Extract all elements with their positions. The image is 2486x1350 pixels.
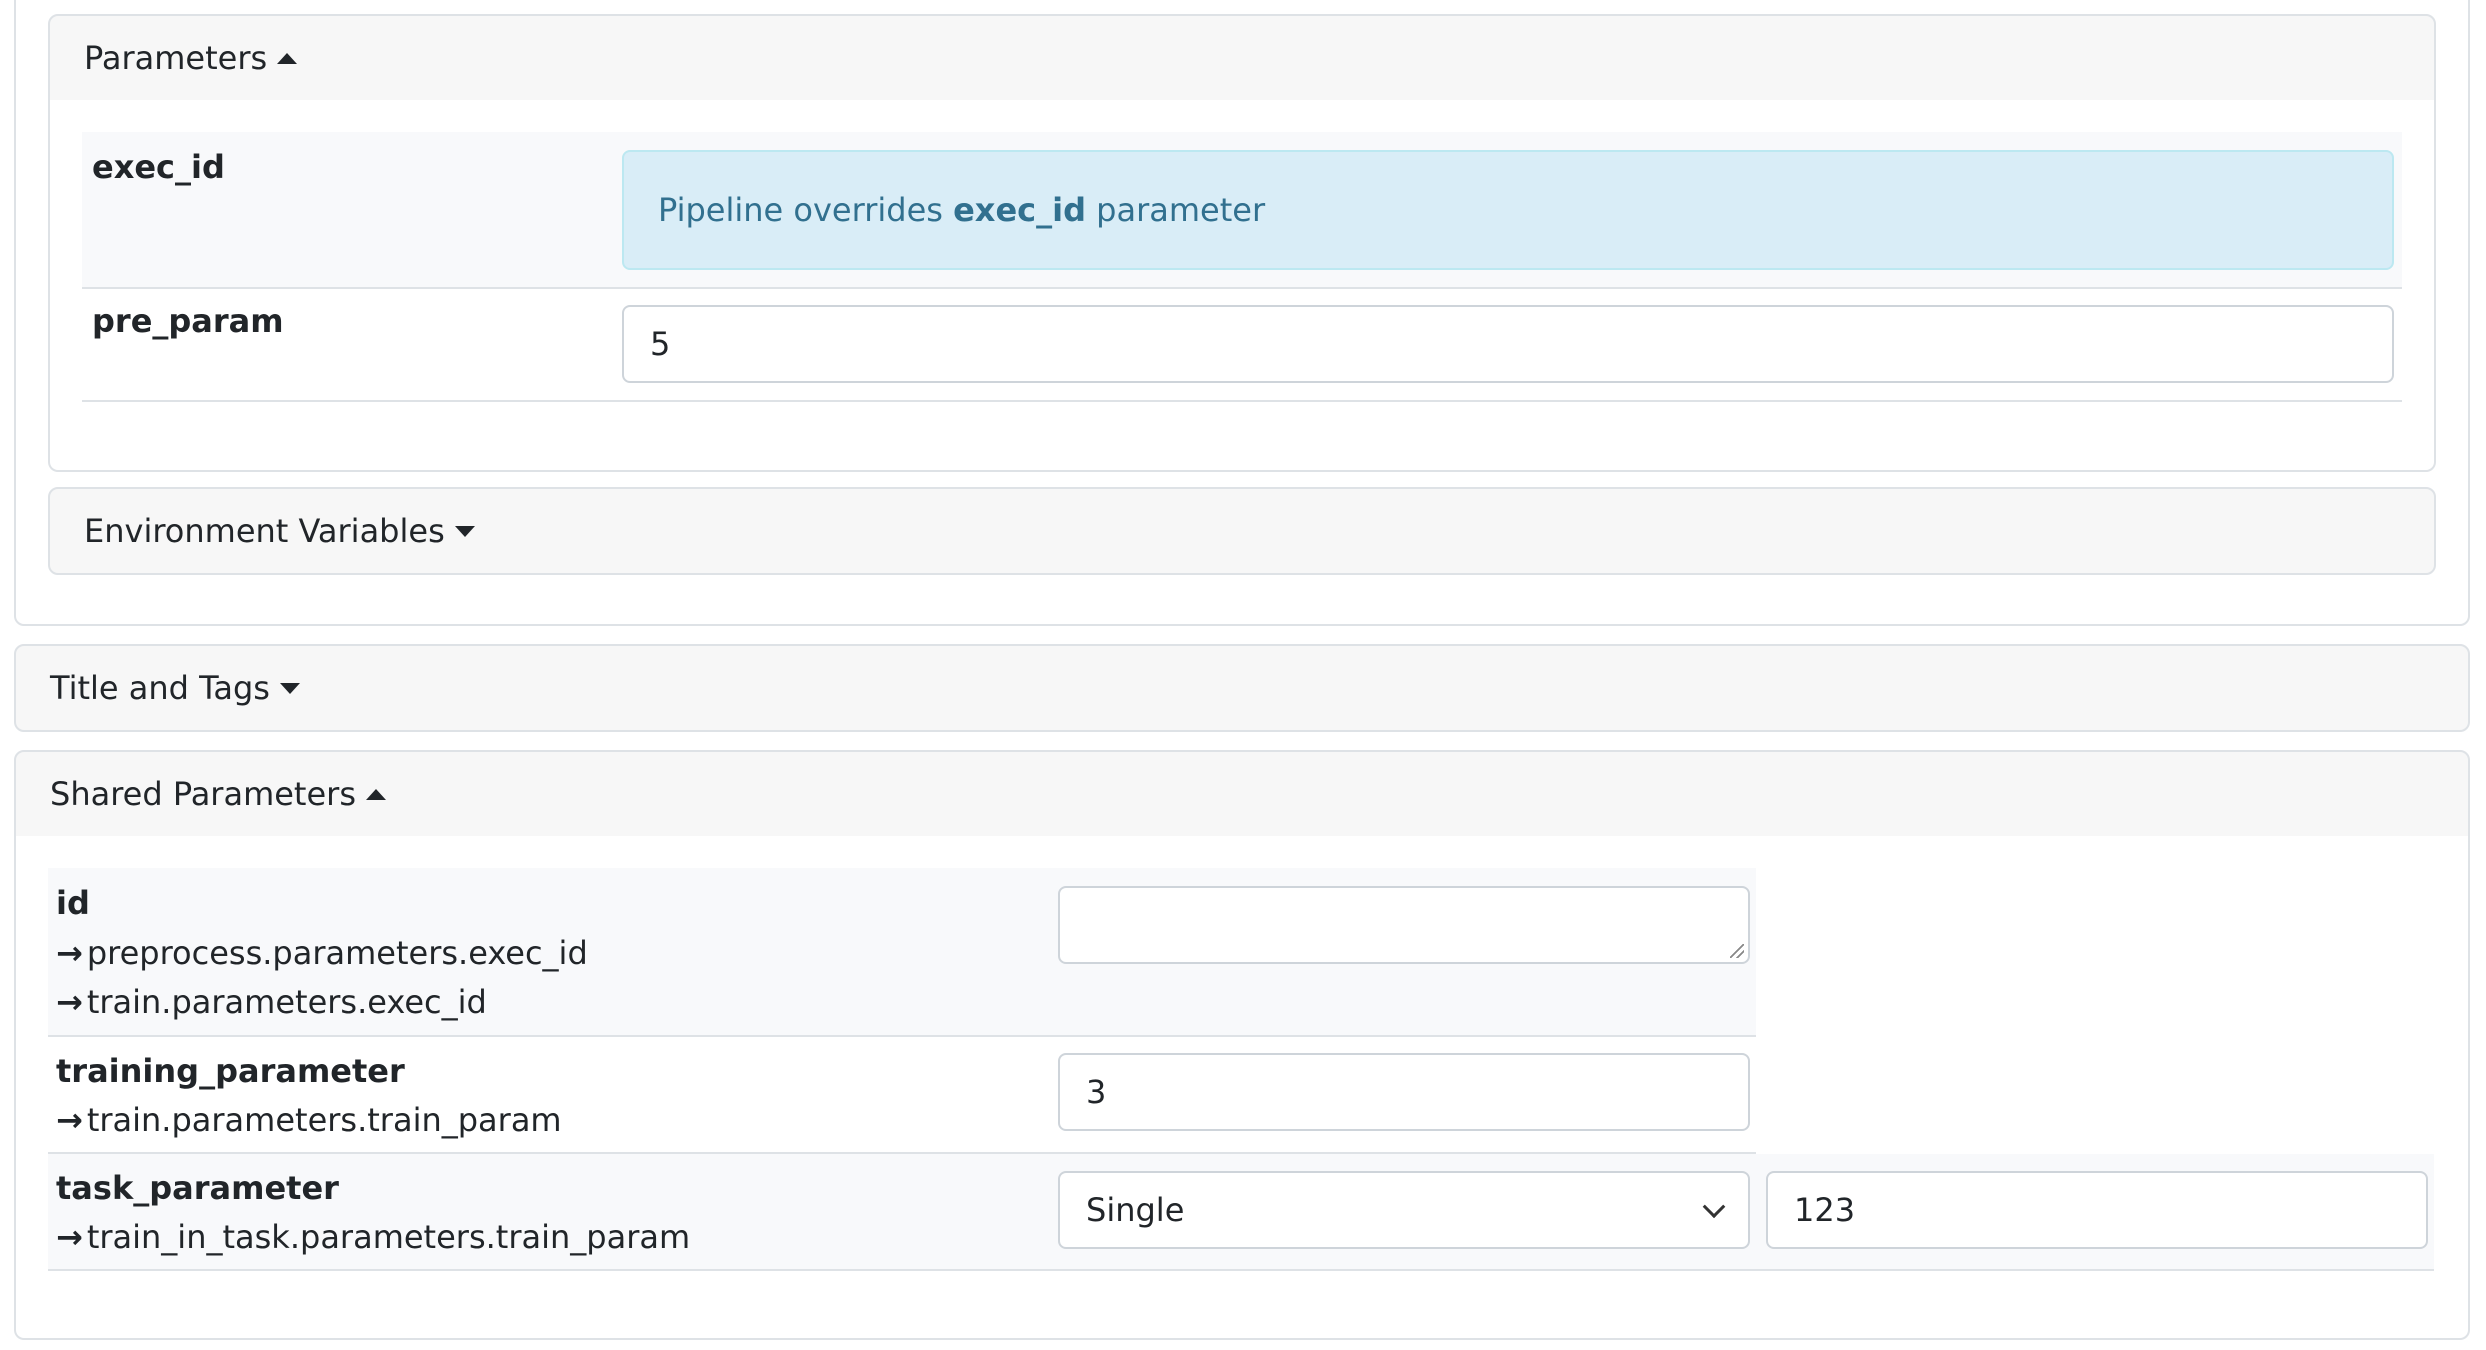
arrow-right-icon: → [56, 934, 83, 972]
environment-variables-label: Environment Variables [84, 512, 445, 550]
caret-down-icon [454, 525, 475, 537]
notice-prefix: Pipeline overrides [658, 191, 954, 229]
param-name: pre_param [92, 302, 284, 340]
shared-param-name: id [56, 884, 90, 922]
parameters-header-label: Parameters [84, 39, 268, 77]
mapping-path: train_in_task.parameters.train_param [86, 1218, 691, 1256]
shared-param-name: training_parameter [56, 1052, 405, 1090]
title-and-tags-header[interactable]: Title and Tags [14, 644, 2470, 732]
row-divider [82, 287, 2402, 289]
title-and-tags-label: Title and Tags [50, 669, 270, 707]
row-divider [48, 1035, 1756, 1037]
shared-param-name: task_parameter [56, 1169, 339, 1207]
mapping-path: train.parameters.train_param [86, 1101, 562, 1139]
task-parameter-input[interactable]: 123 [1766, 1171, 2428, 1249]
notice-suffix: parameter [1085, 191, 1266, 229]
shared-parameters-header[interactable]: Shared Parameters [14, 750, 2470, 838]
mode-select-value: Single [1086, 1191, 1185, 1229]
row-divider [48, 1269, 2434, 1271]
override-notice: Pipeline overrides exec_id parameter [622, 150, 2394, 270]
parameters-header[interactable]: Parameters [48, 14, 2436, 102]
arrow-right-icon: → [56, 983, 83, 1021]
param-name: exec_id [92, 148, 225, 186]
row-divider [82, 400, 2402, 402]
mapping-line: → train.parameters.exec_id [56, 983, 487, 1021]
resize-grip-icon[interactable] [1730, 944, 1744, 958]
shared-parameters-label: Shared Parameters [50, 775, 356, 813]
training-parameter-input[interactable]: 3 [1058, 1053, 1750, 1131]
chevron-down-icon [1702, 1195, 1726, 1219]
arrow-right-icon: → [56, 1101, 83, 1139]
notice-param-name: exec_id [953, 191, 1086, 229]
mapping-path: train.parameters.exec_id [86, 983, 487, 1021]
caret-down-icon [279, 682, 300, 694]
environment-variables-header[interactable]: Environment Variables [48, 487, 2436, 575]
mapping-line: → train_in_task.parameters.train_param [56, 1218, 690, 1256]
mapping-line: → preprocess.parameters.exec_id [56, 934, 588, 972]
mapping-path: preprocess.parameters.exec_id [86, 934, 588, 972]
caret-up-icon [365, 788, 386, 800]
caret-up-icon [277, 52, 298, 64]
pre-param-input[interactable]: 5 [622, 305, 2394, 383]
id-textarea[interactable] [1058, 886, 1750, 964]
arrow-right-icon: → [56, 1218, 83, 1256]
mapping-line: → train.parameters.train_param [56, 1101, 562, 1139]
mode-select[interactable]: Single [1058, 1171, 1750, 1249]
